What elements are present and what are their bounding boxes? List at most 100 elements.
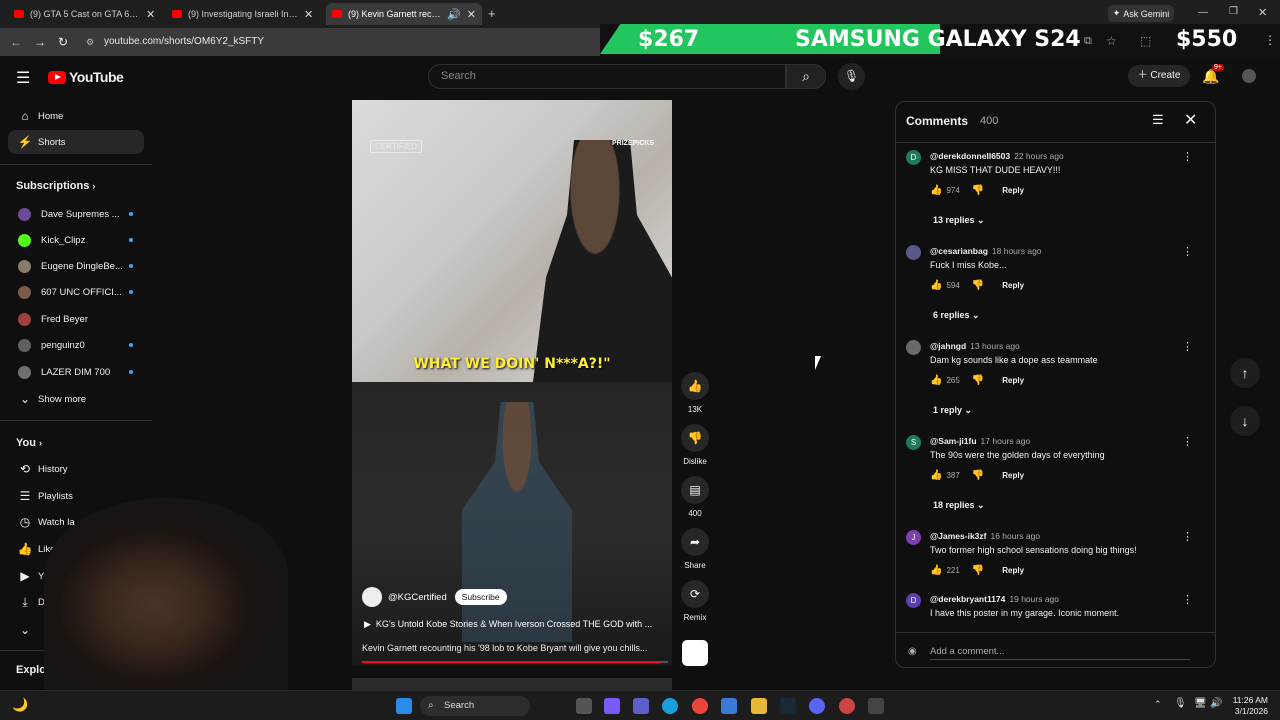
comment-author[interactable]: @derekbryant1174: [930, 594, 1005, 604]
sidebar-subscription[interactable]: 607 UNC OFFICI...: [8, 280, 144, 304]
comment-time[interactable]: 22 hours ago: [1014, 151, 1064, 161]
thumbs-up-icon[interactable]: 👍: [930, 375, 942, 386]
app-icon[interactable]: [839, 698, 855, 714]
commenter-avatar[interactable]: J: [906, 530, 921, 545]
close-tab-icon[interactable]: ✕: [146, 8, 155, 21]
subscribe-button[interactable]: Subscribe: [454, 589, 507, 605]
commenter-avatar[interactable]: S: [906, 435, 921, 450]
volume-icon[interactable]: 🔊: [1210, 698, 1222, 709]
account-avatar[interactable]: [1242, 69, 1256, 83]
search-input[interactable]: Search: [428, 64, 786, 89]
reply-button[interactable]: Reply: [1002, 281, 1024, 290]
sidebar-subscription[interactable]: LAZER DIM 700: [8, 360, 144, 384]
sound-thumbnail[interactable]: [682, 640, 708, 666]
more-options-icon[interactable]: ⋮: [1182, 593, 1193, 606]
dislike-button[interactable]: 👎 Dislike: [680, 424, 710, 466]
sidebar-item-history[interactable]: ⟲ History: [8, 457, 144, 481]
forward-icon[interactable]: →: [34, 35, 46, 49]
taskbar-clock[interactable]: 11:26 AM 3/1/2026: [1226, 695, 1268, 717]
copilot-icon[interactable]: [604, 698, 620, 714]
browser-tab-2[interactable]: (9) Investigating Israeli Influence ✕: [166, 3, 319, 25]
channel-name[interactable]: @KGCertified: [388, 592, 447, 603]
microphone-icon[interactable]: 🎙: [1174, 698, 1187, 709]
you-heading[interactable]: You ›: [16, 437, 42, 449]
sidebar-subscription[interactable]: Eugene DingleBe...: [8, 254, 144, 278]
create-button[interactable]: ＋ Create: [1128, 65, 1190, 87]
youtube-logo[interactable]: YouTube: [48, 69, 124, 85]
sidebar-item-home[interactable]: ⌂ Home: [8, 104, 144, 128]
previous-short-button[interactable]: ↑: [1230, 358, 1260, 388]
commenter-avatar[interactable]: D: [906, 593, 921, 608]
taskbar-search[interactable]: ⌕ Search: [420, 696, 530, 716]
commenter-avatar[interactable]: [906, 245, 921, 260]
comment-time[interactable]: 19 hours ago: [1009, 594, 1059, 604]
sidebar-subscription[interactable]: Kick_Clipz: [8, 228, 144, 252]
steam-icon[interactable]: [780, 698, 796, 714]
video-title-link[interactable]: ▶ KG's Untold Kobe Stories & When Iverson…: [364, 619, 660, 630]
browser-tab-1[interactable]: (9) GTA 5 Cast on GTA 6 or Red ✕: [8, 3, 161, 25]
share-button[interactable]: ➦ Share: [680, 528, 710, 570]
sidebar-subscription[interactable]: Fred Beyer: [8, 307, 144, 331]
discord-icon[interactable]: [809, 698, 825, 714]
cast-icon[interactable]: ⧉: [1084, 35, 1092, 48]
weather-moon-icon[interactable]: 🌙: [12, 697, 28, 713]
like-button[interactable]: 👍 13K: [680, 372, 710, 414]
browser-tab-3[interactable]: (9) Kevin Garnett recounting 🔊 ✕: [326, 3, 482, 25]
speaker-icon[interactable]: 🔊: [447, 8, 461, 21]
reply-button[interactable]: Reply: [1002, 376, 1024, 385]
add-comment-input[interactable]: Add a comment...: [930, 646, 1190, 660]
more-options-icon[interactable]: ⋮: [1182, 340, 1193, 353]
file-explorer-icon[interactable]: [751, 698, 767, 714]
close-tab-icon[interactable]: ✕: [304, 8, 313, 21]
task-view-icon[interactable]: [576, 698, 592, 714]
comment-author[interactable]: @James-ik3zf: [930, 531, 986, 541]
channel-avatar[interactable]: [362, 587, 382, 607]
maximize-icon[interactable]: ❐: [1229, 6, 1238, 17]
video-progress-bar[interactable]: [362, 661, 668, 663]
sort-icon[interactable]: ☰: [1152, 112, 1164, 128]
reload-icon[interactable]: ↻: [58, 35, 68, 49]
thumbs-down-icon[interactable]: 👎: [972, 280, 984, 291]
sidebar-subscription[interactable]: penguinz0: [8, 333, 144, 357]
thumbs-up-icon[interactable]: 👍: [930, 185, 942, 196]
thumbs-down-icon[interactable]: 👎: [972, 375, 984, 386]
thumbs-down-icon[interactable]: 👎: [972, 565, 984, 576]
comment-time[interactable]: 17 hours ago: [981, 436, 1031, 446]
view-replies-button[interactable]: 13 replies ⌄: [933, 215, 985, 226]
store-icon[interactable]: [721, 698, 737, 714]
more-options-icon[interactable]: ⋮: [1182, 530, 1193, 543]
thumbs-down-icon[interactable]: 👎: [972, 185, 984, 196]
teams-icon[interactable]: [633, 698, 649, 714]
extensions-icon[interactable]: ⬚: [1140, 34, 1151, 48]
more-options-icon[interactable]: ⋮: [1182, 435, 1193, 448]
comment-author[interactable]: @cesarianbag: [930, 246, 988, 256]
short-video-top-frame[interactable]: CERTIFIED PRIZEPICKS WHAT WE DOIN' N***A…: [352, 100, 672, 382]
chevron-up-icon[interactable]: ⌃: [1154, 699, 1162, 710]
reply-button[interactable]: Reply: [1002, 566, 1024, 575]
chrome-icon[interactable]: [692, 698, 708, 714]
comment-author[interactable]: @derekdonnell6503: [930, 151, 1010, 161]
more-options-icon[interactable]: ⋮: [1182, 245, 1193, 258]
voice-search-button[interactable]: 🎙: [838, 63, 865, 90]
comment-author[interactable]: @Sam-ji1fu: [930, 436, 977, 446]
comment-time[interactable]: 18 hours ago: [992, 246, 1042, 256]
back-icon[interactable]: ←: [10, 35, 22, 49]
reply-button[interactable]: Reply: [1002, 471, 1024, 480]
thumbs-up-icon[interactable]: 👍: [930, 565, 942, 576]
video-description[interactable]: Kevin Garnett recounting his '98 lob to …: [362, 643, 660, 653]
view-replies-button[interactable]: 18 replies ⌄: [933, 500, 985, 511]
view-replies-button[interactable]: 1 reply ⌄: [933, 405, 972, 416]
network-icon[interactable]: 🖥: [1194, 698, 1207, 709]
close-window-icon[interactable]: ✕: [1258, 6, 1267, 19]
ask-gemini-button[interactable]: ✦ Ask Gemini: [1108, 5, 1174, 22]
comment-author[interactable]: @jahngd: [930, 341, 966, 351]
remix-button[interactable]: ⟳ Remix: [680, 580, 710, 622]
thumbs-up-icon[interactable]: 👍: [930, 280, 942, 291]
comment-time[interactable]: 16 hours ago: [990, 531, 1040, 541]
search-button[interactable]: ⌕: [786, 64, 826, 89]
sidebar-subscription[interactable]: Dave Supremes ...: [8, 202, 144, 226]
comment-time[interactable]: 13 hours ago: [970, 341, 1020, 351]
hamburger-menu-icon[interactable]: ☰: [16, 68, 30, 88]
next-short-button[interactable]: ↓: [1230, 406, 1260, 436]
minimize-icon[interactable]: —: [1198, 7, 1208, 18]
